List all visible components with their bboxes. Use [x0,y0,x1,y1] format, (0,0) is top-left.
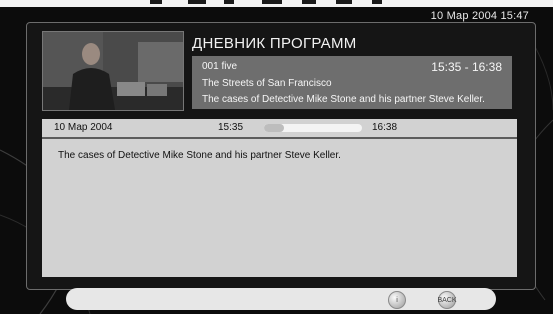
back-button-label: BACK [437,296,457,304]
description: The cases of Detective Mike Stone and hi… [58,150,341,161]
channel-label: 001 five [202,61,238,72]
back-icon[interactable]: BACK [437,291,457,309]
programme-synopsis: The cases of Detective Mike Stone and hi… [202,94,485,105]
info-icon[interactable]: i [388,291,406,309]
start-time: 15:35 [218,122,244,133]
button-bar: i BACK [66,288,496,310]
date-label: 10 Мар 2004 [54,122,113,133]
clock: 10 Мар 2004 15:47 [430,10,529,22]
progress-bar [264,124,362,132]
page-title: ДНЕВНИК ПРОГРАММ [192,35,357,52]
tv-screen: 10 Мар 2004 15:47 ДНЕВНИК ПРОГРАММ 001 f… [0,0,553,314]
progress-fill [264,124,284,132]
programme-title: The Streets of San Francisco [202,78,332,89]
video-thumbnail [42,31,184,111]
divider [42,137,517,139]
details-panel: 10 Мар 2004 15:35 16:38 The cases of Det… [42,119,517,277]
end-time: 16:38 [372,122,398,133]
top-strip [0,0,553,7]
time-range: 15:35 - 16:38 [431,60,502,74]
info-button-label: i [396,296,398,304]
programme-info-box: 001 five 15:35 - 16:38 The Streets of Sa… [192,56,512,109]
thumbnail-image [43,32,183,110]
